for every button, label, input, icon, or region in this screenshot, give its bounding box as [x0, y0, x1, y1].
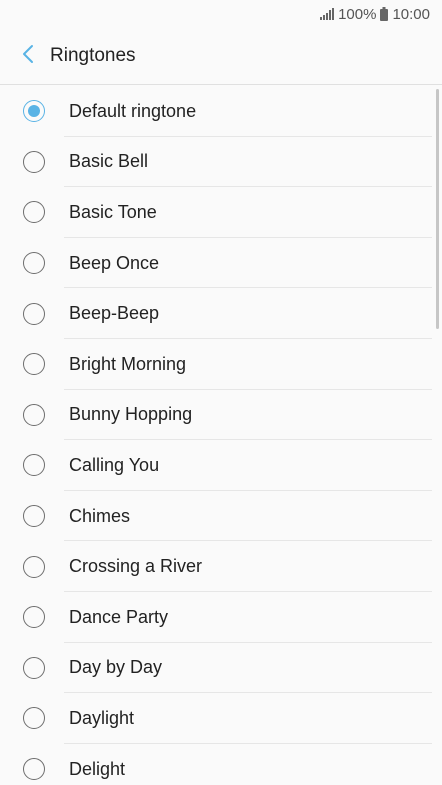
battery-percent: 100% — [338, 5, 377, 23]
ringtone-item[interactable]: Beep Once — [0, 238, 442, 289]
radio-button[interactable] — [23, 707, 45, 730]
radio-button[interactable] — [23, 252, 45, 275]
ringtone-item[interactable]: Basic Tone — [0, 187, 442, 238]
app-bar: Ringtones — [0, 28, 442, 85]
ringtone-label: Default ringtone — [69, 100, 197, 121]
radio-selected-dot — [28, 105, 40, 118]
radio-button[interactable] — [23, 656, 45, 679]
ringtone-item[interactable]: Default ringtone — [0, 86, 442, 137]
radio-button[interactable] — [23, 606, 45, 629]
scrollbar[interactable] — [436, 89, 439, 329]
radio-button[interactable] — [23, 758, 45, 781]
ringtone-item[interactable]: Calling You — [0, 440, 442, 491]
ringtone-label: Daylight — [69, 707, 135, 728]
ringtone-item[interactable]: Day by Day — [0, 643, 442, 694]
status-bar: 100% 10:00 — [0, 0, 442, 28]
page-title: Ringtones — [50, 45, 136, 66]
ringtone-list[interactable]: Default ringtone Basic Bell Basic Tone Beep… — [0, 86, 442, 785]
ringtone-item[interactable]: Delight — [0, 744, 442, 785]
ringtone-label: Bunny Hopping — [69, 404, 193, 425]
ringtone-label: Calling You — [69, 454, 160, 475]
radio-button[interactable] — [23, 302, 45, 325]
ringtone-label: Dance Party — [69, 606, 169, 627]
radio-button[interactable] — [23, 100, 45, 123]
ringtone-item[interactable]: Dance Party — [0, 592, 442, 643]
ringtone-item[interactable]: Crossing a River — [0, 541, 442, 592]
ringtone-item[interactable]: Daylight — [0, 693, 442, 744]
ringtone-label: Day by Day — [69, 657, 163, 678]
ringtone-item[interactable]: Basic Bell — [0, 137, 442, 188]
ringtone-label: Chimes — [69, 505, 131, 526]
ringtone-item[interactable]: Bright Morning — [0, 339, 442, 390]
ringtone-label: Crossing a River — [69, 556, 203, 577]
ringtone-item[interactable]: Bunny Hopping — [0, 390, 442, 441]
radio-button[interactable] — [23, 555, 45, 578]
ringtone-label: Bright Morning — [69, 353, 187, 374]
radio-button[interactable] — [23, 150, 45, 173]
radio-button[interactable] — [23, 454, 45, 477]
radio-button[interactable] — [23, 201, 45, 224]
radio-button[interactable] — [23, 353, 45, 376]
ringtone-label: Basic Tone — [69, 201, 157, 222]
ringtone-label: Beep Once — [69, 252, 160, 273]
ringtone-item[interactable]: Chimes — [0, 491, 442, 542]
radio-button[interactable] — [23, 403, 45, 426]
ringtone-item[interactable]: Beep-Beep — [0, 288, 442, 339]
battery-icon — [380, 7, 389, 21]
chevron-left-icon — [21, 44, 35, 69]
clock: 10:00 — [392, 5, 430, 23]
ringtone-label: Basic Bell — [69, 151, 149, 172]
back-button[interactable] — [6, 34, 50, 78]
radio-button[interactable] — [23, 505, 45, 528]
ringtone-label: Beep-Beep — [69, 303, 160, 324]
ringtone-label: Delight — [69, 758, 126, 779]
signal-icon — [320, 8, 335, 20]
